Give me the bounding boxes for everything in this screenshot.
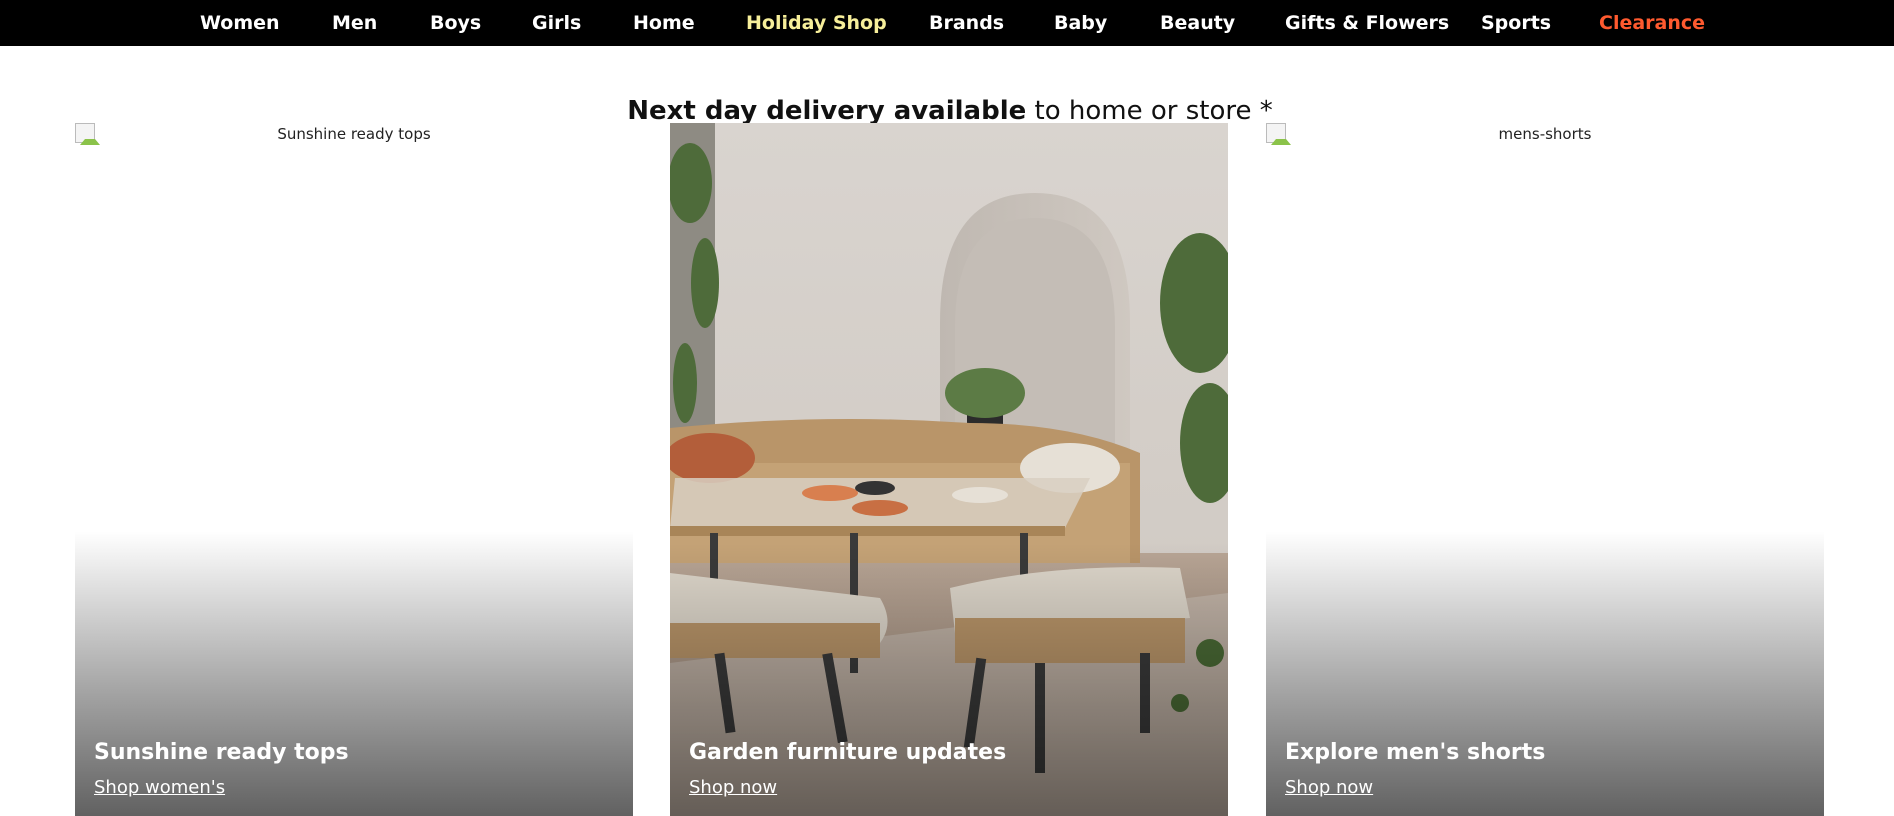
image-alt-text: mens-shorts	[1498, 125, 1592, 143]
nav-item-baby[interactable]: Baby	[1054, 0, 1107, 46]
card-title: Garden furniture updates	[689, 740, 1007, 765]
shop-now-link[interactable]: Shop now	[1285, 777, 1373, 798]
nav-item-home[interactable]: Home	[633, 0, 695, 46]
nav-item-women[interactable]: Women	[200, 0, 280, 46]
image-alt-text: Sunshine ready tops	[277, 125, 431, 143]
delivery-banner-rest: to home or store *	[1034, 96, 1273, 124]
promo-card-womens-tops[interactable]: Sunshine ready tops Sunshine ready tops …	[75, 123, 633, 816]
card-caption: Sunshine ready tops Shop women's	[94, 740, 349, 798]
nav-item-sports[interactable]: Sports	[1481, 0, 1551, 46]
broken-image: Sunshine ready tops	[75, 123, 633, 153]
nav-item-holiday-shop[interactable]: Holiday Shop	[746, 0, 887, 46]
delivery-banner-bold: Next day delivery available	[627, 96, 1027, 124]
broken-image: mens-shorts	[1266, 123, 1824, 153]
garden-furniture-photo	[670, 123, 1228, 816]
nav-item-clearance[interactable]: Clearance	[1599, 0, 1705, 46]
card-caption: Explore men's shorts Shop now	[1285, 740, 1545, 798]
nav-item-brands[interactable]: Brands	[929, 0, 1004, 46]
card-title: Sunshine ready tops	[94, 740, 349, 765]
nav-item-beauty[interactable]: Beauty	[1160, 0, 1235, 46]
nav-item-men[interactable]: Men	[332, 0, 377, 46]
nav-item-girls[interactable]: Girls	[532, 0, 581, 46]
nav-item-gifts-flowers[interactable]: Gifts & Flowers	[1285, 0, 1449, 46]
card-caption: Garden furniture updates Shop now	[689, 740, 1006, 798]
shop-womens-link[interactable]: Shop women's	[94, 777, 225, 798]
card-title: Explore men's shorts	[1285, 740, 1546, 765]
nav-item-boys[interactable]: Boys	[430, 0, 481, 46]
promo-card-garden-furniture[interactable]: Garden furniture updates Shop now	[670, 123, 1228, 816]
delivery-banner: Next day delivery available to home or s…	[0, 92, 1894, 124]
broken-image-icon	[75, 123, 100, 145]
top-navigation: Women Men Boys Girls Home Holiday Shop B…	[0, 0, 1894, 46]
broken-image-icon	[1266, 123, 1291, 145]
promo-card-mens-shorts[interactable]: mens-shorts Explore men's shorts Shop no…	[1266, 123, 1824, 816]
shop-now-link[interactable]: Shop now	[689, 777, 777, 798]
